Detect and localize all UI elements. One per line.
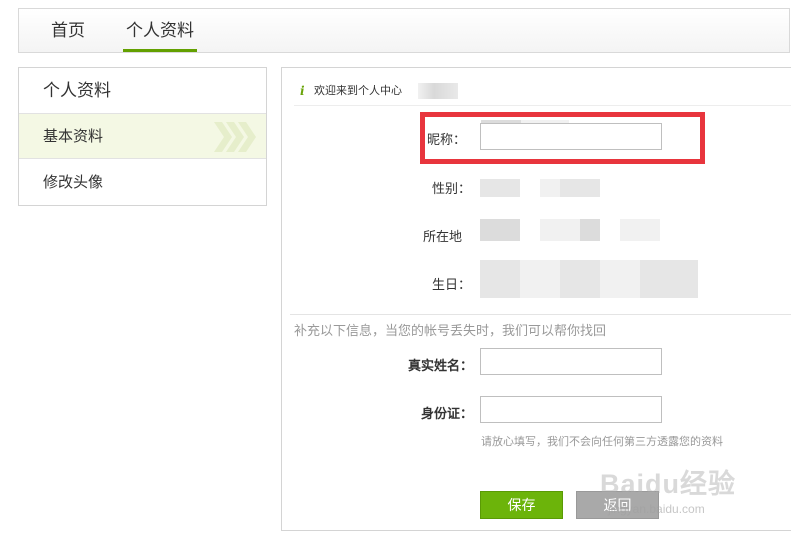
sidebar-item-change-avatar[interactable]: 修改头像 [19,160,266,205]
birthday-blur [640,260,698,298]
realname-input[interactable] [480,348,662,375]
idcard-label: 身份证： [420,407,473,422]
chevron-right-icon [214,122,256,152]
location-blur [620,219,660,241]
sidebar-title: 个人资料 [19,68,266,114]
sidebar-item-basic-info[interactable]: 基本资料 [19,114,266,159]
location-blur [480,219,520,241]
birthday-blur [480,260,520,298]
help-note: 请放心填写，我们不会向任何第三方透露您的资料 [481,435,723,448]
sidebar-item-label: 修改头像 [43,173,104,191]
location-blur [580,219,600,241]
birthday-blur [560,260,600,298]
gender-blur [480,179,520,197]
birthday-blur [520,260,560,298]
realname-label: 真实姓名： [407,359,473,374]
location-blur [540,219,580,241]
save-button[interactable]: 保存 [480,491,563,519]
top-nav: 首页 个人资料 [18,8,790,53]
back-button[interactable]: 返回 [576,491,659,519]
location-label: 所在地 [422,230,462,245]
idcard-input[interactable] [480,396,662,423]
gender-blur [540,179,560,197]
username-blurred [418,83,458,99]
nav-active-indicator [123,49,197,52]
highlight-box [420,112,705,164]
supplement-note: 补充以下信息，当您的帐号丢失时，我们可以帮你找回 [294,324,607,339]
gender-blur [560,179,600,197]
info-icon: i [300,84,305,98]
section-divider [290,314,791,315]
birthday-blur [600,260,640,298]
birthday-label: 生日： [431,278,471,293]
sidebar: 个人资料 基本资料 修改头像 [18,67,267,206]
nav-home-tab[interactable]: 首页 [47,9,89,53]
welcome-bar: i 欢迎来到个人中心 [294,77,791,106]
nav-profile-tab[interactable]: 个人资料 [123,9,197,53]
sidebar-item-label: 基本资料 [43,127,104,145]
welcome-text: 欢迎来到个人中心 [314,84,402,97]
gender-label: 性别： [431,182,471,197]
